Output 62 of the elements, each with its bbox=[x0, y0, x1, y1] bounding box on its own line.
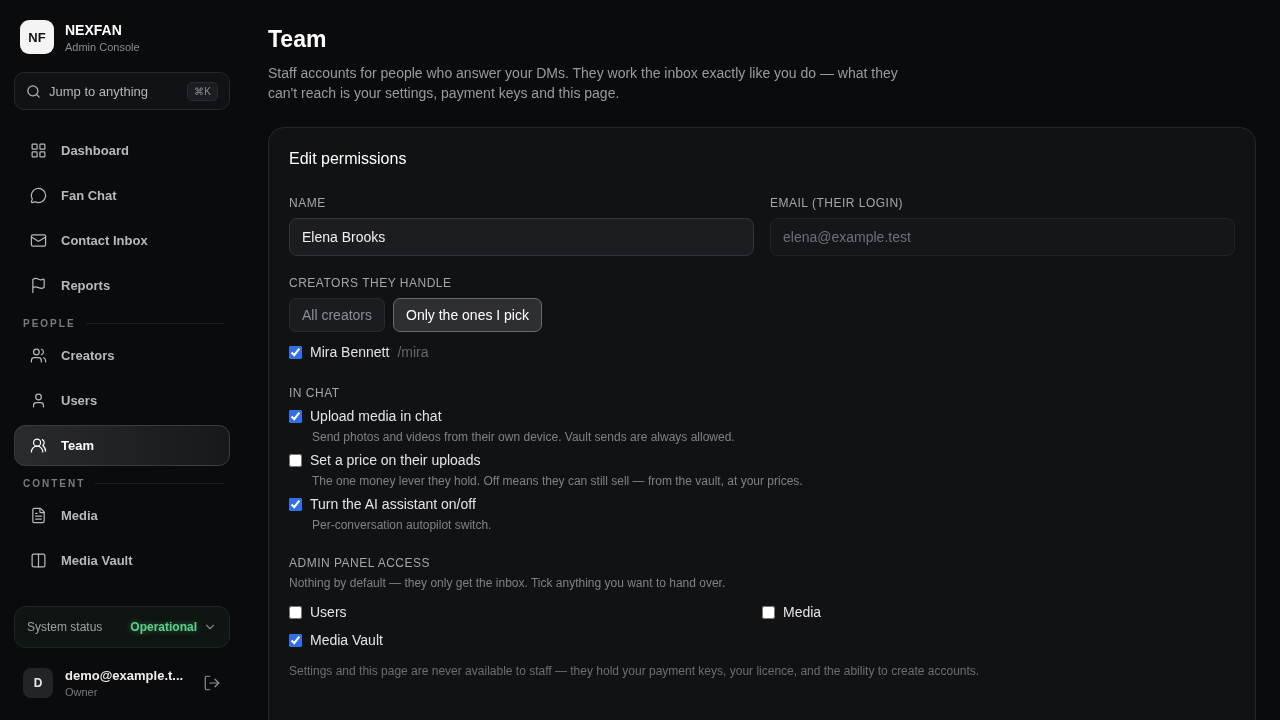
option-label: Users bbox=[310, 604, 347, 620]
brand-subtitle: Admin Console bbox=[65, 40, 140, 53]
logout-icon[interactable] bbox=[203, 674, 221, 692]
option-label: Media bbox=[783, 604, 822, 620]
field-label: NAME bbox=[289, 196, 327, 210]
nav-item[interactable]: Fan Chat bbox=[14, 175, 230, 216]
search-icon bbox=[26, 83, 41, 99]
nav-item[interactable]: Dashboard bbox=[14, 130, 230, 171]
option-label: Set a price on their uploads bbox=[310, 452, 481, 468]
option-label: Upload media in chat bbox=[310, 408, 442, 424]
people-icon bbox=[30, 347, 47, 364]
avatar: D bbox=[23, 668, 53, 698]
shortcut-key: ⌘K bbox=[187, 81, 218, 101]
nav-section-title: CONTENT bbox=[23, 478, 86, 489]
grid-icon bbox=[30, 142, 47, 159]
account-role: Owner bbox=[65, 686, 99, 698]
page-title: Team bbox=[268, 26, 328, 53]
page-description: Staff accounts for people who answer your DMs. They work the inbox exactly like you do — what they can't reach is your settings, payment keys and this page. bbox=[268, 64, 899, 103]
flag-icon bbox=[30, 277, 47, 294]
checkbox[interactable] bbox=[289, 605, 302, 619]
search-field[interactable]: Jump to anything ⌘K bbox=[14, 72, 230, 110]
creator-handle: /mira bbox=[397, 344, 429, 360]
system-status[interactable]: System status Operational bbox=[14, 606, 230, 648]
brand-logo: NF bbox=[20, 20, 54, 54]
checkbox[interactable] bbox=[289, 409, 302, 423]
nav-item[interactable]: Media bbox=[14, 495, 230, 536]
section-label: ADMIN PANEL ACCESS bbox=[289, 556, 432, 570]
checkbox[interactable] bbox=[289, 453, 302, 467]
option-hint: Per-conversation autopilot switch. bbox=[312, 518, 493, 532]
nav-item[interactable]: Media Vault bbox=[14, 540, 230, 581]
creator-name: Mira Bennett bbox=[310, 344, 390, 360]
section-label: CREATORS THEY HANDLE bbox=[289, 276, 453, 290]
text-field[interactable]: Elena Brooks bbox=[289, 218, 754, 256]
nav-item[interactable]: Creators bbox=[14, 335, 230, 376]
nav-section-title: PEOPLE bbox=[23, 318, 76, 329]
nav-item[interactable]: Team bbox=[14, 425, 230, 466]
scope-option[interactable]: All creators bbox=[289, 298, 386, 332]
option-label: Turn the AI assistant on/off bbox=[310, 496, 476, 512]
checkbox[interactable] bbox=[762, 605, 775, 619]
nav-item[interactable]: Contact Inbox bbox=[14, 220, 230, 261]
chat-bubble-icon bbox=[30, 187, 47, 204]
checkbox[interactable] bbox=[289, 345, 302, 359]
card-title: Edit permissions bbox=[289, 150, 408, 168]
nav-item[interactable]: Reports bbox=[14, 265, 230, 306]
option-label: Media Vault bbox=[310, 632, 383, 648]
envelope-icon bbox=[30, 232, 47, 249]
vault-icon bbox=[30, 552, 47, 569]
checkbox[interactable] bbox=[289, 497, 302, 511]
option-hint: Send photos and videos from their own device. Vault sends are always allowed. bbox=[312, 430, 736, 444]
document-icon bbox=[30, 507, 47, 524]
brand-name: NEXFAN bbox=[65, 21, 123, 38]
staff-note: Settings and this page are never available to staff — they hold your payment keys, your licence, and the ability to create accounts. bbox=[289, 664, 981, 678]
person-icon bbox=[30, 392, 47, 409]
option-hint: The one money lever they hold. Off means they can still sell — from the vault, at your prices. bbox=[312, 474, 804, 488]
group-icon bbox=[30, 437, 47, 454]
nav-item[interactable]: Users bbox=[14, 380, 230, 421]
account-email: demo@example.t... bbox=[65, 668, 185, 683]
section-label: IN CHAT bbox=[289, 386, 341, 400]
section-description: Nothing by default — they only get the inbox. Tick anything you want to hand over. bbox=[289, 576, 727, 590]
checkbox[interactable] bbox=[289, 633, 302, 647]
scope-option[interactable]: Only the ones I pick bbox=[393, 298, 542, 332]
field-label: EMAIL (THEIR LOGIN) bbox=[770, 196, 905, 210]
